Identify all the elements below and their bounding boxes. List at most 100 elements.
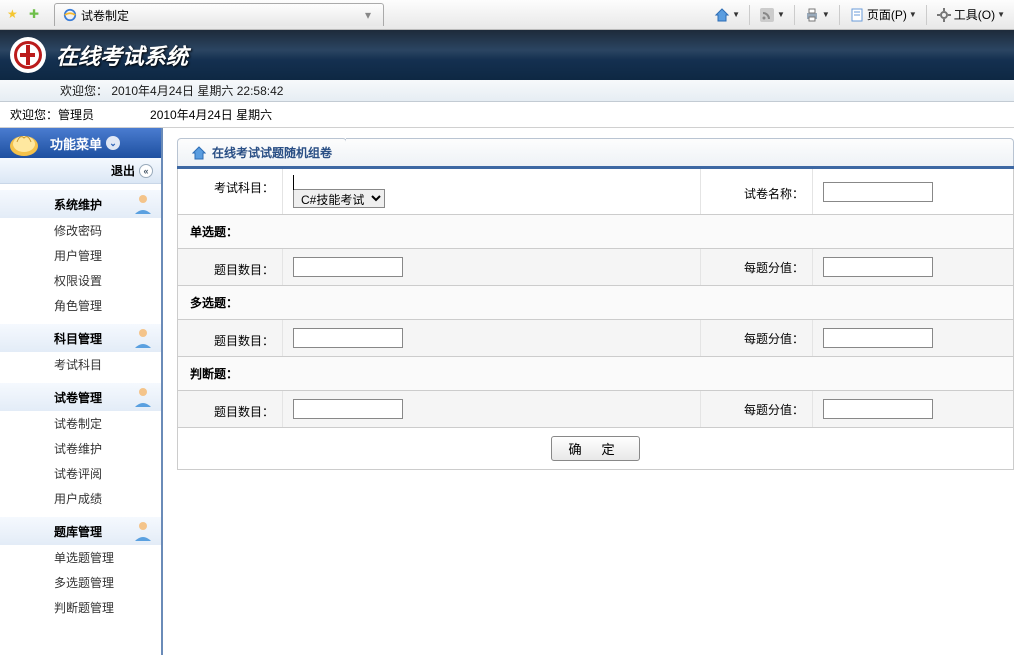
print-button[interactable]: ▼ xyxy=(799,4,835,26)
favorites-star-icon[interactable]: ★ xyxy=(7,7,23,23)
sidebar-item-multimgmt[interactable]: 多选题管理 xyxy=(0,570,161,595)
home-button[interactable]: ▼ xyxy=(709,4,745,26)
section-judge: 判断题： xyxy=(178,356,1013,390)
sidebar-menu: 系统维护 修改密码 用户管理 权限设置 角色管理 科目管理 考试科目 试卷管理 … xyxy=(0,184,161,655)
multi-count-cell xyxy=(283,320,701,356)
welcome-bar: 欢迎您： 2010年4月24日 星期六 22:58:42 xyxy=(0,80,1014,102)
chevron-down-icon: ⌄ xyxy=(106,136,120,150)
sidebar-item-label: 多选题管理 xyxy=(54,574,114,591)
section-single: 单选题： xyxy=(178,214,1013,248)
row-judge-values: 题目数目： 每题分值： xyxy=(178,390,1013,427)
content-tab-active[interactable]: 在线考试试题随机组卷 xyxy=(177,138,347,166)
page-menu-label: 页面(P) xyxy=(867,6,907,23)
app-logo xyxy=(10,37,46,73)
person-icon xyxy=(131,385,155,409)
sidebar-item-label: 修改密码 xyxy=(54,222,102,239)
subject-cell: C#技能考试 xyxy=(283,169,701,214)
score-label: 每题分值： xyxy=(701,249,813,285)
sidebar-item-label: 试卷评阅 xyxy=(54,465,102,482)
toolbar-right: ▼ ▼ ▼ 页面(P) ▼ 工具(O) ▼ xyxy=(709,3,1010,26)
sidebar-item-label: 用户成绩 xyxy=(54,490,102,507)
sidebar-item-label: 考试科目 xyxy=(54,356,102,373)
sidebar-item-papermake[interactable]: 试卷制定 xyxy=(0,411,161,436)
count-label: 题目数目： xyxy=(178,391,283,427)
main-area: 功能菜单 ⌄ 退出 « 系统维护 修改密码 用户管理 权限设置 角色管理 科目管… xyxy=(0,128,1014,655)
multi-score-input[interactable] xyxy=(823,328,933,348)
multi-score-cell xyxy=(813,320,1013,356)
page-icon xyxy=(849,7,865,23)
separator xyxy=(926,5,927,25)
chevron-down-icon: ▼ xyxy=(822,10,830,19)
sidebar-item-permission[interactable]: 权限设置 xyxy=(0,268,161,293)
chevron-down-icon: ▼ xyxy=(997,10,1005,19)
ie-icon xyxy=(63,8,77,22)
page-menu-button[interactable]: 页面(P) ▼ xyxy=(844,3,922,26)
rss-button[interactable]: ▼ xyxy=(754,4,790,26)
single-count-input[interactable] xyxy=(293,257,403,277)
home-icon xyxy=(192,146,206,160)
judge-count-input[interactable] xyxy=(293,399,403,419)
multi-count-input[interactable] xyxy=(293,328,403,348)
text-caret-icon xyxy=(293,175,294,190)
person-icon xyxy=(131,192,155,216)
separator xyxy=(839,5,840,25)
sidebar-item-changepwd[interactable]: 修改密码 xyxy=(0,218,161,243)
sidebar-item-papermaintain[interactable]: 试卷维护 xyxy=(0,436,161,461)
chevron-down-icon: ▼ xyxy=(909,10,917,19)
judge-score-input[interactable] xyxy=(823,399,933,419)
chevron-down-icon: ▼ xyxy=(732,10,740,19)
sidebar-item-examsubject[interactable]: 考试科目 xyxy=(0,352,161,377)
sidebar-item-singlemgmt[interactable]: 单选题管理 xyxy=(0,545,161,570)
welcome-admin: 欢迎您：管理员 xyxy=(10,106,94,123)
score-label: 每题分值： xyxy=(701,320,813,356)
sidebar-item-rolemgmt[interactable]: 角色管理 xyxy=(0,293,161,318)
add-favorite-icon[interactable]: ✚ xyxy=(29,7,45,23)
rss-icon xyxy=(759,7,775,23)
welcome-bar-2: 欢迎您：管理员 2010年4月24日 星期六 xyxy=(0,102,1014,128)
tools-menu-button[interactable]: 工具(O) ▼ xyxy=(931,3,1010,26)
sidebar-item-label: 判断题管理 xyxy=(54,599,114,616)
sidebar-item-label: 用户管理 xyxy=(54,247,102,264)
sidebar-item-judgemgmt[interactable]: 判断题管理 xyxy=(0,595,161,620)
welcome-date: 2010年4月24日 星期六 xyxy=(150,106,272,123)
sidebar-group-system[interactable]: 系统维护 xyxy=(0,190,161,218)
sidebar-group-question[interactable]: 题库管理 xyxy=(0,517,161,545)
submit-button[interactable]: 确 定 xyxy=(551,436,639,461)
tab-close-icon[interactable]: ▾ xyxy=(361,8,375,22)
single-count-cell xyxy=(283,249,701,285)
tab-title: 试卷制定 xyxy=(81,7,129,24)
sidebar-group-label: 题库管理 xyxy=(54,523,102,540)
tab-spacer xyxy=(346,138,1014,166)
home-icon xyxy=(714,7,730,23)
sidebar-header[interactable]: 功能菜单 ⌄ xyxy=(0,128,161,158)
judge-count-cell xyxy=(283,391,701,427)
sidebar-item-label: 试卷维护 xyxy=(54,440,102,457)
separator xyxy=(749,5,750,25)
subject-select[interactable]: C#技能考试 xyxy=(293,189,385,208)
sidebar-item-label: 试卷制定 xyxy=(54,415,102,432)
sidebar-item-label: 角色管理 xyxy=(54,297,102,314)
app-title: 在线考试系统 xyxy=(56,39,188,71)
form-row-subject: 考试科目： C#技能考试 试卷名称： xyxy=(178,169,1013,214)
subject-label: 考试科目： xyxy=(178,169,283,214)
content-tabs: 在线考试试题随机组卷 xyxy=(177,138,1014,169)
row-multi-values: 题目数目： 每题分值： xyxy=(178,319,1013,356)
score-label: 每题分值： xyxy=(701,391,813,427)
sidebar-item-userscore[interactable]: 用户成绩 xyxy=(0,486,161,511)
papername-input[interactable] xyxy=(823,182,933,202)
submit-row: 确 定 xyxy=(178,427,1013,469)
app-header: 在线考试系统 xyxy=(0,30,1014,80)
browser-tab[interactable]: 试卷制定 ▾ xyxy=(54,3,384,26)
papername-label: 试卷名称： xyxy=(701,169,813,214)
sidebar-group-paper[interactable]: 试卷管理 xyxy=(0,383,161,411)
sidebar-item-paperreview[interactable]: 试卷评阅 xyxy=(0,461,161,486)
single-score-input[interactable] xyxy=(823,257,933,277)
sidebar-group-label: 系统维护 xyxy=(54,196,102,213)
section-multi: 多选题： xyxy=(178,285,1013,319)
sidebar-group-subject[interactable]: 科目管理 xyxy=(0,324,161,352)
sidebar-item-usermgmt[interactable]: 用户管理 xyxy=(0,243,161,268)
chevron-left-icon: « xyxy=(139,164,153,178)
row-single-values: 题目数目： 每题分值： xyxy=(178,248,1013,285)
chevron-down-icon: ▼ xyxy=(777,10,785,19)
count-label: 题目数目： xyxy=(178,249,283,285)
